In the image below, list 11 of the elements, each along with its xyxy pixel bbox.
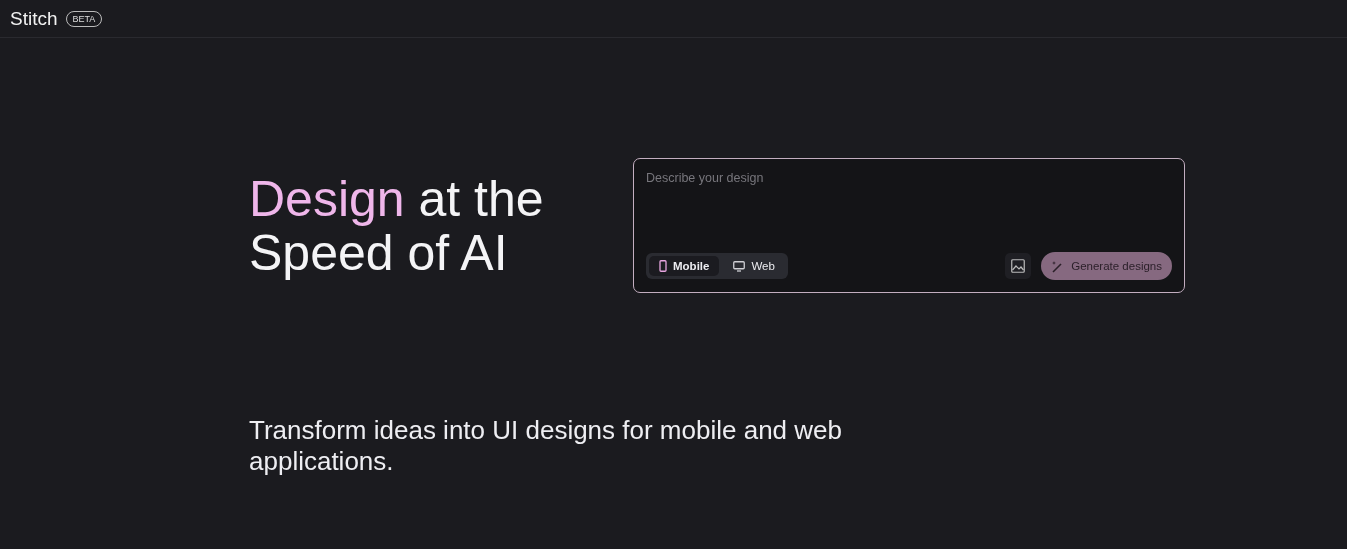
mode-tab[interactable]: Mobile xyxy=(649,256,720,276)
prompt-field[interactable]: Describe your design xyxy=(646,171,1172,185)
image-icon xyxy=(1011,259,1026,273)
mode-tab[interactable]: Web xyxy=(723,256,785,276)
hero-subtitle: Transform ideas into UI designs for mobile and web applications. xyxy=(249,415,843,477)
magic-wand-icon xyxy=(1051,259,1065,273)
monitor-icon xyxy=(733,260,746,272)
hero-headline: Design at the Speed of AI xyxy=(249,171,545,280)
app-logo: Stitch xyxy=(10,7,58,30)
image-upload-button[interactable] xyxy=(1005,253,1032,279)
phone-icon xyxy=(659,260,667,272)
